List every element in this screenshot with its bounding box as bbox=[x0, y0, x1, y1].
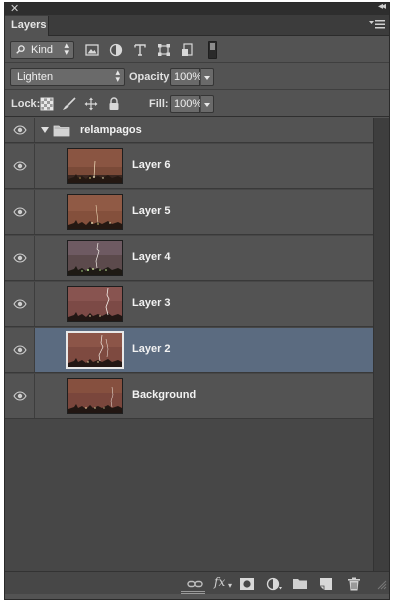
blend-mode-value: Lighten bbox=[17, 71, 54, 83]
filter-kind-select[interactable]: Kind ▴ ▾ bbox=[10, 41, 74, 59]
eye-icon bbox=[13, 391, 27, 401]
lock-row: Lock: Fill: 100% bbox=[5, 91, 389, 117]
layers-panel: ✕ ◂◂ Layers Kind ▴ ▾ Lighten ▴ ▾ Opacity… bbox=[4, 1, 390, 600]
blend-mode-row: Lighten ▴ ▾ Opacity: 100% bbox=[5, 64, 389, 90]
type-layer-filter-icon[interactable] bbox=[133, 43, 147, 57]
fill-field[interactable]: 100% bbox=[170, 95, 202, 113]
eye-icon bbox=[13, 125, 27, 135]
shape-layer-filter-icon[interactable] bbox=[157, 43, 171, 57]
filter-toggle-switch[interactable] bbox=[208, 41, 217, 59]
layer-thumbnail bbox=[67, 148, 123, 184]
layer-thumbnail bbox=[67, 240, 123, 276]
panel-title-strip: ✕ ◂◂ bbox=[5, 1, 389, 15]
updown-arrows-icon: ▴ ▾ bbox=[64, 41, 69, 58]
layer-row[interactable]: Background bbox=[5, 374, 373, 419]
lock-label: Lock: bbox=[11, 98, 41, 110]
resize-grip-icon[interactable] bbox=[375, 578, 387, 590]
eye-icon bbox=[13, 161, 27, 171]
visibility-toggle[interactable] bbox=[5, 144, 35, 188]
layer-thumbnail bbox=[67, 378, 123, 414]
opacity-dropdown-button[interactable] bbox=[200, 68, 214, 86]
new-layer-icon[interactable] bbox=[318, 577, 334, 591]
layer-row[interactable]: Layer 5 bbox=[5, 190, 373, 235]
layer-row[interactable]: Layer 6 bbox=[5, 144, 373, 189]
layer-name[interactable]: Layer 3 bbox=[132, 297, 171, 309]
layer-thumbnail bbox=[67, 194, 123, 230]
panel-resize-handle[interactable] bbox=[181, 590, 205, 595]
close-panel-icon[interactable]: ✕ bbox=[10, 2, 19, 15]
opacity-label: Opacity: bbox=[129, 71, 174, 83]
lock-all-icon[interactable] bbox=[107, 97, 121, 111]
layer-name[interactable]: Background bbox=[132, 389, 196, 401]
updown-arrows-icon: ▴ ▾ bbox=[115, 68, 120, 85]
collapse-panel-icon[interactable]: ◂◂ bbox=[378, 1, 386, 12]
lock-transparent-pixels-icon[interactable] bbox=[40, 97, 54, 111]
eye-icon bbox=[13, 299, 27, 309]
lock-position-icon[interactable] bbox=[84, 97, 98, 111]
group-disclosure-triangle[interactable] bbox=[41, 127, 49, 133]
tab-layers[interactable]: Layers bbox=[5, 16, 49, 36]
filter-kind-label: Kind bbox=[31, 44, 54, 56]
panel-menu-icon[interactable] bbox=[369, 18, 385, 30]
layers-list: relampagos Layer 6 Layer 5 Layer 4 Layer… bbox=[5, 118, 373, 573]
eye-icon bbox=[13, 253, 27, 263]
eye-icon bbox=[13, 345, 27, 355]
layer-row-selected[interactable]: Layer 2 bbox=[5, 328, 373, 373]
layer-name[interactable]: Layer 4 bbox=[132, 251, 171, 263]
lock-image-pixels-icon[interactable] bbox=[62, 97, 76, 111]
layer-name[interactable]: Layer 2 bbox=[132, 343, 171, 355]
fill-dropdown-button[interactable] bbox=[200, 95, 214, 113]
pixel-layer-filter-icon[interactable] bbox=[85, 43, 99, 57]
layer-thumbnail bbox=[66, 331, 124, 369]
search-icon bbox=[16, 45, 25, 54]
new-group-icon[interactable] bbox=[292, 577, 308, 591]
layers-scrollbar[interactable] bbox=[373, 118, 389, 573]
add-layer-style-icon[interactable]: fx bbox=[214, 575, 225, 589]
layer-row[interactable]: Layer 4 bbox=[5, 236, 373, 281]
visibility-toggle[interactable] bbox=[5, 236, 35, 280]
link-layers-icon[interactable] bbox=[187, 577, 203, 591]
delete-layer-icon[interactable] bbox=[346, 577, 362, 591]
tab-bar: Layers bbox=[5, 15, 389, 36]
eye-icon bbox=[13, 207, 27, 217]
fx-dropdown-icon: ▾ bbox=[228, 581, 233, 590]
fill-label: Fill: bbox=[149, 98, 169, 110]
adjustment-layer-filter-icon[interactable] bbox=[109, 43, 123, 57]
layer-row[interactable]: Layer 3 bbox=[5, 282, 373, 327]
visibility-toggle[interactable] bbox=[5, 118, 35, 142]
visibility-toggle[interactable] bbox=[5, 374, 35, 418]
blend-mode-select[interactable]: Lighten ▴ ▾ bbox=[10, 68, 125, 86]
visibility-toggle[interactable] bbox=[5, 190, 35, 234]
new-adjustment-layer-icon[interactable] bbox=[266, 577, 282, 591]
layer-name[interactable]: relampagos bbox=[80, 124, 142, 136]
layer-group-row[interactable]: relampagos bbox=[5, 118, 373, 143]
add-layer-mask-icon[interactable] bbox=[239, 577, 255, 591]
filter-toggle-knob bbox=[210, 43, 215, 50]
folder-icon bbox=[53, 125, 70, 137]
layer-name[interactable]: Layer 6 bbox=[132, 159, 171, 171]
layer-thumbnail bbox=[67, 286, 123, 322]
visibility-toggle[interactable] bbox=[5, 328, 35, 372]
layer-name[interactable]: Layer 5 bbox=[132, 205, 171, 217]
layer-filter-row: Kind ▴ ▾ bbox=[5, 37, 389, 63]
visibility-toggle[interactable] bbox=[5, 282, 35, 326]
opacity-field[interactable]: 100% bbox=[170, 68, 202, 86]
smart-object-filter-icon[interactable] bbox=[181, 43, 195, 57]
